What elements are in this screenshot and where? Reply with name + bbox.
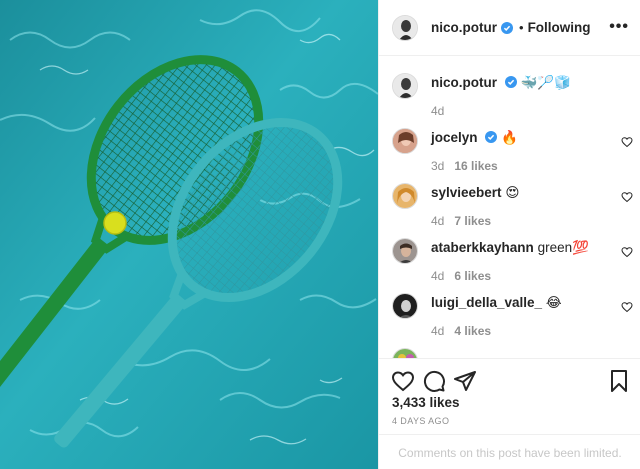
comment-text: 😂 — [545, 295, 562, 310]
comment-text: green💯 — [537, 240, 589, 255]
caption-avatar[interactable] — [392, 73, 418, 99]
comment-username[interactable]: ataberkkayhann — [431, 240, 534, 255]
post-side-panel: nico.potur • Following ••• nico.potur 🐳🏸… — [378, 0, 640, 469]
more-options-icon[interactable]: ••• — [609, 18, 629, 36]
comment-username[interactable]: sylvieebert — [431, 185, 502, 200]
caption-text: 🐳🏸🧊 — [520, 75, 571, 90]
like-comment-heart-icon[interactable] — [621, 301, 633, 313]
verified-badge-icon — [504, 76, 517, 88]
like-comment-heart-icon[interactable] — [621, 191, 633, 203]
comment-time[interactable]: 3d — [431, 159, 444, 173]
comment-time[interactable]: 4d — [431, 269, 444, 283]
comment-text: 😍 — [505, 185, 520, 200]
verified-badge-icon — [501, 21, 513, 34]
comments-list[interactable]: nico.potur 🐳🏸🧊 4d jocelyn 🔥 3d 16 likes — [379, 56, 640, 358]
pool-rackets-image — [0, 0, 378, 469]
commenter-avatar[interactable] — [392, 348, 418, 358]
post-photo[interactable] — [0, 0, 378, 469]
like-heart-icon[interactable] — [391, 369, 415, 393]
comment-username[interactable]: luigi_della_valle_ — [431, 295, 542, 310]
commenter-avatar[interactable] — [392, 293, 418, 319]
following-button[interactable]: Following — [528, 20, 591, 35]
comment-time[interactable]: 4d — [431, 324, 444, 338]
comment-text: 🔥 — [501, 130, 518, 145]
post-actions: 3,433 likes 4 DAYS AGO Comments on this … — [379, 358, 640, 469]
comment-likes[interactable]: 16 likes — [454, 159, 497, 173]
comment-username[interactable]: jocelyn — [431, 130, 478, 145]
comment-likes[interactable]: 4 likes — [454, 324, 491, 338]
post-header: nico.potur • Following ••• — [379, 0, 640, 56]
comment-bubble-icon[interactable] — [422, 369, 446, 393]
save-bookmark-icon[interactable] — [607, 369, 631, 393]
share-paper-plane-icon[interactable] — [453, 369, 477, 393]
author-avatar[interactable] — [392, 14, 418, 41]
likes-count[interactable]: 3,433 likes — [392, 395, 460, 410]
caption-time[interactable]: 4d — [431, 104, 444, 118]
post-timestamp[interactable]: 4 DAYS AGO — [392, 416, 449, 426]
like-comment-heart-icon[interactable] — [621, 136, 633, 148]
header-separator: • — [519, 20, 524, 35]
verified-badge-icon — [485, 131, 498, 143]
comment-likes[interactable]: 7 likes — [454, 214, 491, 228]
comments-limited-notice: Comments on this post have been limited. — [379, 434, 640, 469]
author-username[interactable]: nico.potur — [431, 20, 497, 35]
comment-likes[interactable]: 6 likes — [454, 269, 491, 283]
commenter-avatar[interactable] — [392, 238, 418, 264]
comment-time[interactable]: 4d — [431, 214, 444, 228]
like-comment-heart-icon[interactable] — [621, 246, 633, 258]
commenter-avatar[interactable] — [392, 183, 418, 209]
caption-username[interactable]: nico.potur — [431, 75, 497, 90]
commenter-avatar[interactable] — [392, 128, 418, 154]
